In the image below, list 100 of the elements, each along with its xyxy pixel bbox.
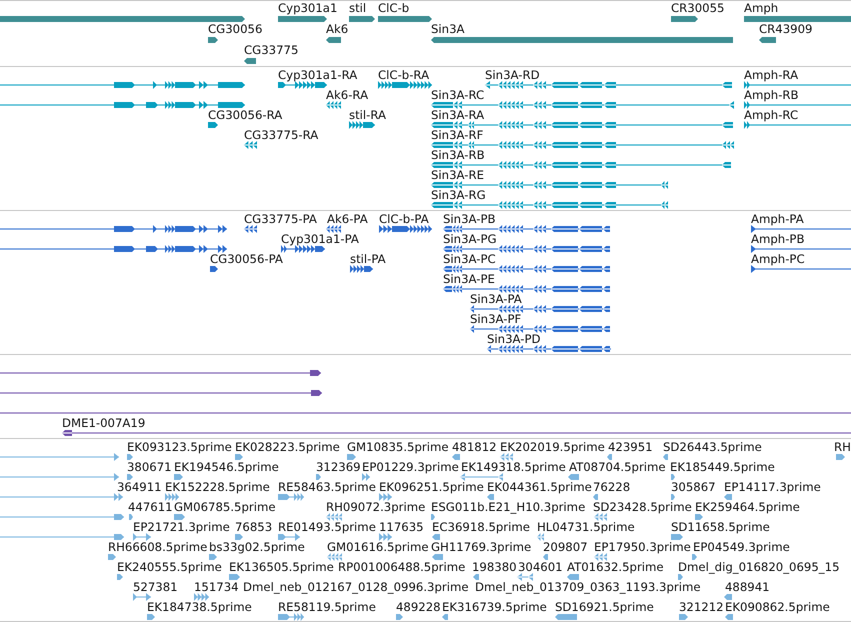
est-marker[interactable] bbox=[725, 613, 733, 621]
gene-bar[interactable] bbox=[431, 36, 733, 44]
est-marker[interactable] bbox=[127, 453, 133, 461]
gene-bar[interactable] bbox=[208, 36, 218, 44]
est-marker[interactable] bbox=[695, 513, 703, 521]
est-marker[interactable] bbox=[679, 613, 688, 621]
est-marker[interactable] bbox=[147, 613, 155, 621]
protein-model[interactable] bbox=[443, 245, 610, 253]
est-marker[interactable] bbox=[671, 533, 683, 541]
transcript-model[interactable] bbox=[744, 121, 851, 129]
protein-model[interactable] bbox=[487, 345, 611, 353]
est-marker[interactable] bbox=[500, 453, 513, 461]
est-marker[interactable] bbox=[379, 493, 392, 501]
gene-bar[interactable] bbox=[759, 36, 776, 44]
transcript-model[interactable] bbox=[431, 201, 668, 209]
est-marker[interactable] bbox=[129, 513, 133, 521]
clone-span[interactable] bbox=[0, 369, 321, 377]
gene-bar[interactable] bbox=[744, 15, 851, 23]
est-marker[interactable] bbox=[278, 493, 304, 501]
est-marker[interactable] bbox=[692, 553, 697, 561]
est-marker[interactable] bbox=[452, 453, 460, 461]
est-marker[interactable] bbox=[165, 493, 179, 501]
est-marker[interactable] bbox=[567, 573, 579, 581]
est-marker[interactable] bbox=[432, 553, 443, 561]
transcript-model[interactable] bbox=[431, 121, 733, 129]
est-marker[interactable] bbox=[678, 573, 683, 581]
est-marker[interactable] bbox=[607, 453, 612, 461]
est-marker[interactable] bbox=[229, 573, 240, 581]
protein-model[interactable] bbox=[244, 225, 257, 233]
transcript-model[interactable] bbox=[278, 81, 327, 89]
est-marker[interactable] bbox=[442, 613, 448, 621]
est-marker[interactable] bbox=[174, 473, 183, 481]
transcript-model[interactable] bbox=[431, 141, 734, 149]
protein-model[interactable] bbox=[470, 325, 610, 333]
est-marker[interactable] bbox=[594, 513, 607, 521]
gene-bar[interactable] bbox=[244, 57, 256, 65]
transcript-model[interactable] bbox=[244, 141, 257, 149]
est-marker[interactable] bbox=[0, 513, 124, 521]
est-marker[interactable] bbox=[568, 473, 579, 481]
transcript-model[interactable] bbox=[431, 161, 731, 169]
est-marker[interactable] bbox=[278, 613, 304, 621]
est-marker[interactable] bbox=[0, 473, 119, 481]
transcript-model[interactable] bbox=[208, 121, 218, 129]
gene-bar[interactable] bbox=[278, 15, 327, 23]
transcript-model[interactable] bbox=[349, 121, 375, 129]
gene-bar[interactable] bbox=[671, 15, 698, 23]
est-marker[interactable] bbox=[235, 533, 243, 541]
transcript-model[interactable] bbox=[378, 81, 432, 89]
protein-model[interactable] bbox=[0, 245, 227, 253]
gene-bar[interactable] bbox=[326, 36, 341, 44]
est-marker[interactable] bbox=[235, 453, 243, 461]
est-marker[interactable] bbox=[671, 493, 675, 501]
protein-model[interactable] bbox=[470, 305, 610, 313]
transcript-model[interactable] bbox=[0, 81, 245, 89]
est-marker[interactable] bbox=[432, 533, 440, 541]
clone-span[interactable] bbox=[62, 429, 851, 437]
protein-model[interactable] bbox=[751, 265, 851, 273]
protein-model[interactable] bbox=[326, 225, 341, 233]
gene-bar[interactable] bbox=[378, 15, 432, 23]
transcript-model[interactable] bbox=[744, 101, 851, 109]
est-marker[interactable] bbox=[379, 533, 392, 541]
est-marker[interactable] bbox=[117, 573, 123, 581]
est-marker[interactable] bbox=[194, 593, 209, 601]
protein-model[interactable] bbox=[443, 265, 610, 273]
gene-bar[interactable] bbox=[349, 15, 375, 23]
est-marker[interactable] bbox=[663, 453, 668, 461]
transcript-model[interactable] bbox=[431, 101, 734, 109]
est-marker[interactable] bbox=[327, 553, 342, 561]
est-marker[interactable] bbox=[0, 493, 123, 501]
protein-model[interactable] bbox=[379, 225, 432, 233]
transcript-model[interactable] bbox=[485, 81, 732, 89]
est-marker[interactable] bbox=[316, 473, 321, 481]
est-marker[interactable] bbox=[0, 533, 124, 541]
est-marker[interactable] bbox=[543, 553, 548, 561]
transcript-model[interactable] bbox=[0, 101, 245, 109]
est-marker[interactable] bbox=[460, 473, 503, 481]
est-marker[interactable] bbox=[555, 613, 577, 621]
est-marker[interactable] bbox=[326, 513, 342, 521]
est-marker[interactable] bbox=[517, 573, 533, 581]
est-marker[interactable] bbox=[209, 553, 217, 561]
est-marker[interactable] bbox=[0, 453, 119, 461]
est-marker[interactable] bbox=[724, 493, 732, 501]
est-marker[interactable] bbox=[537, 533, 544, 541]
est-marker[interactable] bbox=[671, 473, 675, 481]
clone-span[interactable] bbox=[0, 389, 322, 397]
est-marker[interactable] bbox=[127, 473, 133, 481]
transcript-model[interactable] bbox=[744, 81, 851, 89]
est-marker[interactable] bbox=[473, 573, 479, 581]
protein-model[interactable] bbox=[443, 225, 610, 233]
est-marker[interactable] bbox=[362, 473, 370, 481]
est-marker[interactable] bbox=[431, 513, 435, 521]
est-marker[interactable] bbox=[174, 513, 185, 521]
est-marker[interactable] bbox=[133, 593, 151, 601]
protein-model[interactable] bbox=[0, 225, 227, 233]
protein-model[interactable] bbox=[443, 285, 610, 293]
est-marker[interactable] bbox=[108, 553, 116, 561]
est-marker[interactable] bbox=[396, 613, 403, 621]
protein-model[interactable] bbox=[350, 265, 373, 273]
est-marker[interactable] bbox=[347, 453, 356, 461]
transcript-model[interactable] bbox=[326, 101, 341, 109]
